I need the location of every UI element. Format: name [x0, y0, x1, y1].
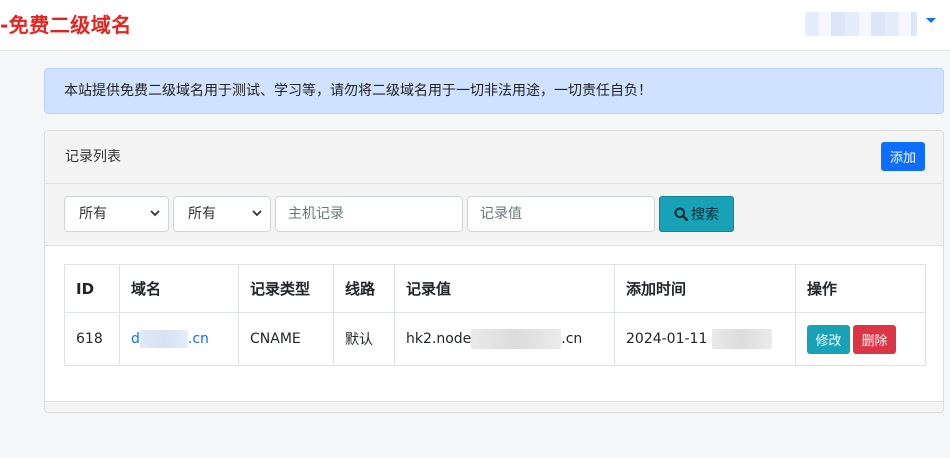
column-header-id: ID [64, 264, 120, 313]
redacted-domain [139, 330, 188, 348]
card-footer [45, 401, 943, 412]
column-header-type: 记录类型 [238, 264, 334, 313]
line-select-value: 所有 [188, 206, 216, 222]
domain-link[interactable]: d .cn [131, 330, 209, 348]
top-navbar: -免费二级域名 [0, 0, 950, 51]
record-type-select-value: 所有 [79, 206, 107, 222]
filter-bar: 所有 所有 搜索 [45, 184, 943, 246]
cell-value: hk2.node .cn [394, 312, 615, 366]
search-button[interactable]: 搜索 [659, 196, 734, 232]
column-header-actions: 操作 [795, 264, 926, 313]
host-record-input[interactable] [275, 196, 463, 232]
search-icon [674, 207, 688, 221]
record-type-select[interactable]: 所有 [64, 196, 169, 232]
site-brand[interactable]: -免费二级域名 [0, 9, 132, 38]
redacted-value [471, 329, 562, 349]
cell-line: 默认 [333, 312, 395, 366]
chevron-down-icon [251, 206, 263, 220]
column-header-value: 记录值 [394, 264, 615, 313]
cell-domain: d .cn [119, 312, 239, 366]
card-header: 记录列表 添加 [45, 131, 943, 184]
redacted-time [711, 329, 772, 349]
cell-added-time: 2024-01-11 [614, 312, 796, 366]
notice-alert: 本站提供免费二级域名用于测试、学习等，请勿将二级域名用于一切非法用途，一切责任自… [44, 68, 944, 114]
column-header-domain: 域名 [119, 264, 239, 313]
user-menu-redacted[interactable] [805, 12, 917, 36]
cell-type: CNAME [238, 312, 334, 366]
search-button-label: 搜索 [691, 207, 719, 223]
cell-id: 618 [64, 312, 120, 366]
record-value-input[interactable] [467, 196, 655, 232]
edit-button[interactable]: 修改 [807, 324, 850, 354]
records-card: 记录列表 添加 所有 所有 搜索 [44, 130, 944, 413]
caret-down-icon[interactable] [926, 18, 936, 23]
line-select[interactable]: 所有 [173, 196, 271, 232]
table-header-row: ID 域名 记录类型 线路 记录值 添加时间 操作 [64, 264, 926, 313]
chevron-down-icon [149, 206, 161, 220]
column-header-line: 线路 [333, 264, 395, 313]
card-title: 记录列表 [65, 149, 121, 165]
delete-button[interactable]: 删除 [853, 324, 896, 354]
add-record-button[interactable]: 添加 [881, 142, 925, 171]
column-header-added-time: 添加时间 [614, 264, 796, 313]
cell-actions: 修改 删除 [795, 312, 926, 366]
records-table: ID 域名 记录类型 线路 记录值 添加时间 操作 618 d .cn CNAME… [64, 264, 926, 366]
table-row: 618 d .cn CNAME 默认 hk2.node .cn 2024-01-11… [64, 312, 926, 366]
main-content: 本站提供免费二级域名用于测试、学习等，请勿将二级域名用于一切非法用途，一切责任自… [0, 51, 950, 458]
